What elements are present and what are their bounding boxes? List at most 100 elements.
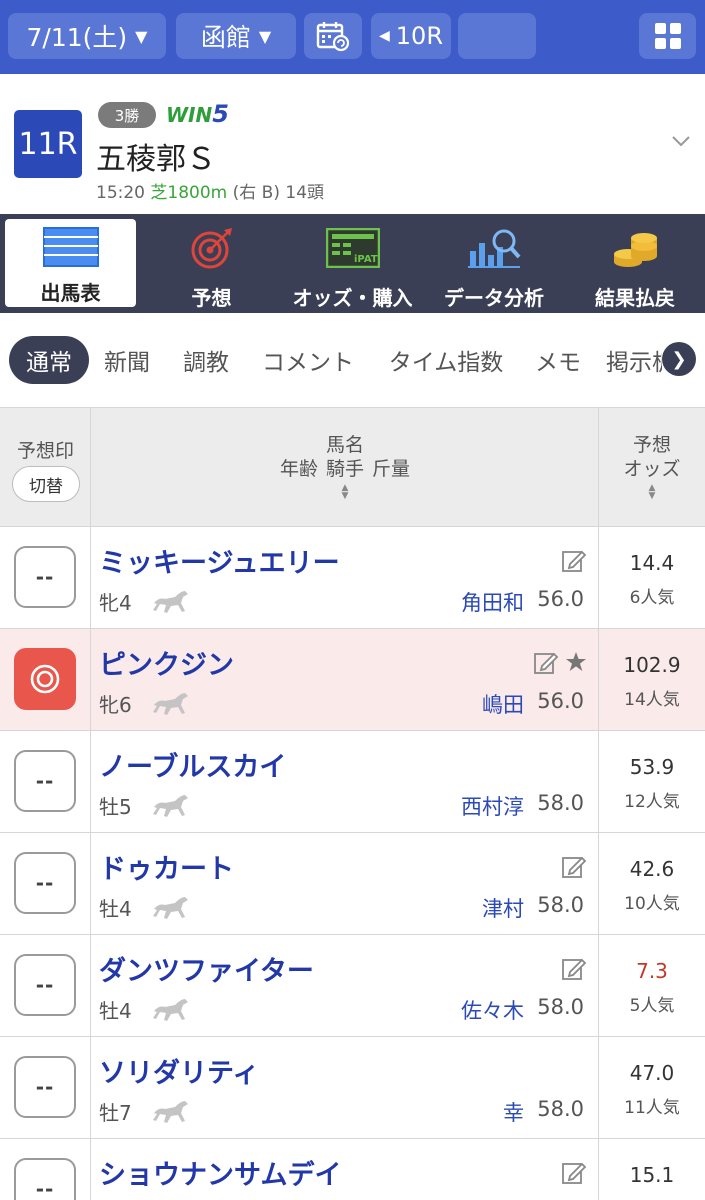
mark-cell [0,629,91,730]
tab-board[interactable]: 掲示板 [606,336,662,384]
star-icon[interactable] [565,651,587,673]
popularity: 12人気 [624,792,680,812]
race-header[interactable]: 11R 3勝 WIN5 五稜郭Ｓ 15:20 芝1800m (右 B) 14頭 [0,74,705,214]
horse-name[interactable]: ソリダリティ [99,1051,259,1090]
memo-edit-icon[interactable] [561,547,587,573]
chevron-down-icon[interactable] [670,130,692,152]
sort-icon[interactable]: ▲ ▼ [645,484,659,501]
coins-icon [610,226,660,270]
header-odds-l1: 予想 [632,434,671,456]
calendar-refresh-button[interactable] [304,13,362,59]
mark-button[interactable]: -- [14,1056,76,1118]
chart-search-icon [466,226,522,270]
table-row[interactable]: -- ミッキージュエリー 牝4 角田和 56.0 14.4 6人気 [0,527,705,629]
venue-label: 函館 [200,23,251,52]
menu-prediction[interactable]: 予想 [146,214,277,313]
prev-race-button[interactable]: ◀ 10R [371,13,451,59]
mark-cell: -- [0,833,91,934]
header-name-col[interactable]: 馬名 年齢 騎手 斤量 ▲ ▼ [91,408,599,527]
race-number-badge: 11R [14,110,82,178]
mark-button[interactable] [14,648,76,710]
mark-button[interactable]: -- [14,750,76,812]
race-time: 15:20 [96,183,145,203]
table-row[interactable]: ピンクジン 牝6 嶋田 56.0 102.9 14人気 [0,629,705,731]
venue-selector[interactable]: 函館 ▼ [176,13,296,59]
memo-edit-icon[interactable] [533,649,559,675]
mark-button[interactable]: -- [14,954,76,1016]
tab-newspaper[interactable]: 新聞 [96,336,158,384]
header-weight: 斤量 [372,458,411,480]
header-odds-col[interactable]: 予想 オッズ ▲ ▼ [599,408,705,527]
odds-value: 53.9 [629,755,675,779]
odds-cell: 42.6 10人気 [599,833,705,934]
table-row[interactable]: -- ノーブルスカイ 牡5 西村淳 58.0 53.9 12人気 [0,731,705,833]
jockey-name[interactable]: 幸 [503,1097,524,1127]
header-mark-label: 予想印 [16,440,74,462]
horse-name[interactable]: ノーブルスカイ [99,745,286,784]
menu-entries[interactable]: 出馬表 [5,219,136,307]
sub-tabs: 通常 新聞 調教 コメント タイム指数 メモ 掲示板 [0,313,705,407]
horse-name[interactable]: ショウナンサムデイ [99,1153,341,1192]
grid-menu-button[interactable] [639,13,696,59]
horse-age: 牡4 [99,999,132,1023]
table-row[interactable]: -- ダンツファイター 牡4 佐々木 58.0 7.3 5人気 [0,935,705,1037]
arrow-left-icon: ◀ [379,28,390,44]
jockey-name[interactable]: 津村 [482,893,524,923]
horse-name[interactable]: ミッキージュエリー [99,541,340,580]
header-odds-l2: オッズ [623,458,681,480]
chevron-right-icon[interactable]: ❯ [662,342,696,376]
main-menu: 出馬表 予想 iPAT オッズ・購入 データ分析 結果払戻 [0,214,705,313]
menu-odds-purchase[interactable]: iPAT オッズ・購入 [285,214,420,313]
tab-comment[interactable]: コメント [254,336,362,384]
table-row[interactable]: -- ドゥカート 牡4 津村 58.0 42.6 10人気 [0,833,705,935]
grade-badge: 3勝 [98,102,156,128]
mark-button[interactable]: -- [14,1158,76,1200]
table-header: 予想印 切替 馬名 年齢 騎手 斤量 ▲ ▼ 予想 オッズ ▲ ▼ [0,407,705,527]
odds-value: 102.9 [623,653,681,677]
horse-age: 牝6 [99,693,132,717]
odds-cell: 102.9 14人気 [599,629,705,730]
header-sub-labels: 年齢 騎手 斤量 [91,454,599,481]
table-row[interactable]: -- ショウナンサムデイ 15.1 [0,1139,705,1200]
date-label: 7/11(土) [26,23,128,52]
mark-button[interactable]: -- [14,546,76,608]
memo-edit-icon[interactable] [561,853,587,879]
caret-down-icon: ▼ [135,26,148,46]
horse-name[interactable]: ドゥカート [99,847,234,886]
memo-edit-icon[interactable] [561,1159,587,1185]
calendar-refresh-icon [316,22,350,52]
menu-label: 出馬表 [40,281,101,305]
horse-silhouette-icon [153,897,188,919]
odds-cell: 53.9 12人気 [599,731,705,832]
jockey-name[interactable]: 嶋田 [482,689,524,719]
sort-icon[interactable]: ▲ ▼ [338,484,352,501]
mark-button[interactable]: -- [14,852,76,914]
top-bar: 7/11(土) ▼ 函館 ▼ ◀ 10R [0,0,705,74]
next-race-button[interactable] [458,13,536,59]
tab-normal[interactable]: 通常 [9,336,89,384]
horse-cell: ソリダリティ 牡7 幸 58.0 [91,1037,599,1138]
race-info: 15:20 芝1800m (右 B) 14頭 [96,178,324,203]
horse-age: 牡4 [99,897,132,921]
jockey-name[interactable]: 西村淳 [461,791,524,821]
tab-time-index[interactable]: タイム指数 [382,336,510,384]
menu-data-analysis[interactable]: データ分析 [428,214,560,313]
mark-toggle-button[interactable]: 切替 [12,466,80,502]
popularity: 14人気 [624,690,680,710]
jockey-name[interactable]: 角田和 [461,587,524,617]
menu-results-payout[interactable]: 結果払戻 [570,214,700,313]
carried-weight: 56.0 [537,587,584,611]
header-horse-name: 馬名 [325,434,364,456]
odds-value: 14.4 [629,551,675,575]
tab-training[interactable]: 調教 [175,336,237,384]
horse-name[interactable]: ダンツファイター [99,949,314,988]
memo-edit-icon[interactable] [561,955,587,981]
tab-memo[interactable]: メモ [527,336,589,384]
horse-name[interactable]: ピンクジン [99,643,234,682]
table-row[interactable]: -- ソリダリティ 牡7 幸 58.0 47.0 11人気 [0,1037,705,1139]
jockey-name[interactable]: 佐々木 [461,995,524,1025]
target-icon [190,226,234,270]
header-jockey: 騎手 [325,458,364,480]
menu-label: 結果払戻 [595,286,675,310]
date-selector[interactable]: 7/11(土) ▼ [8,13,166,59]
